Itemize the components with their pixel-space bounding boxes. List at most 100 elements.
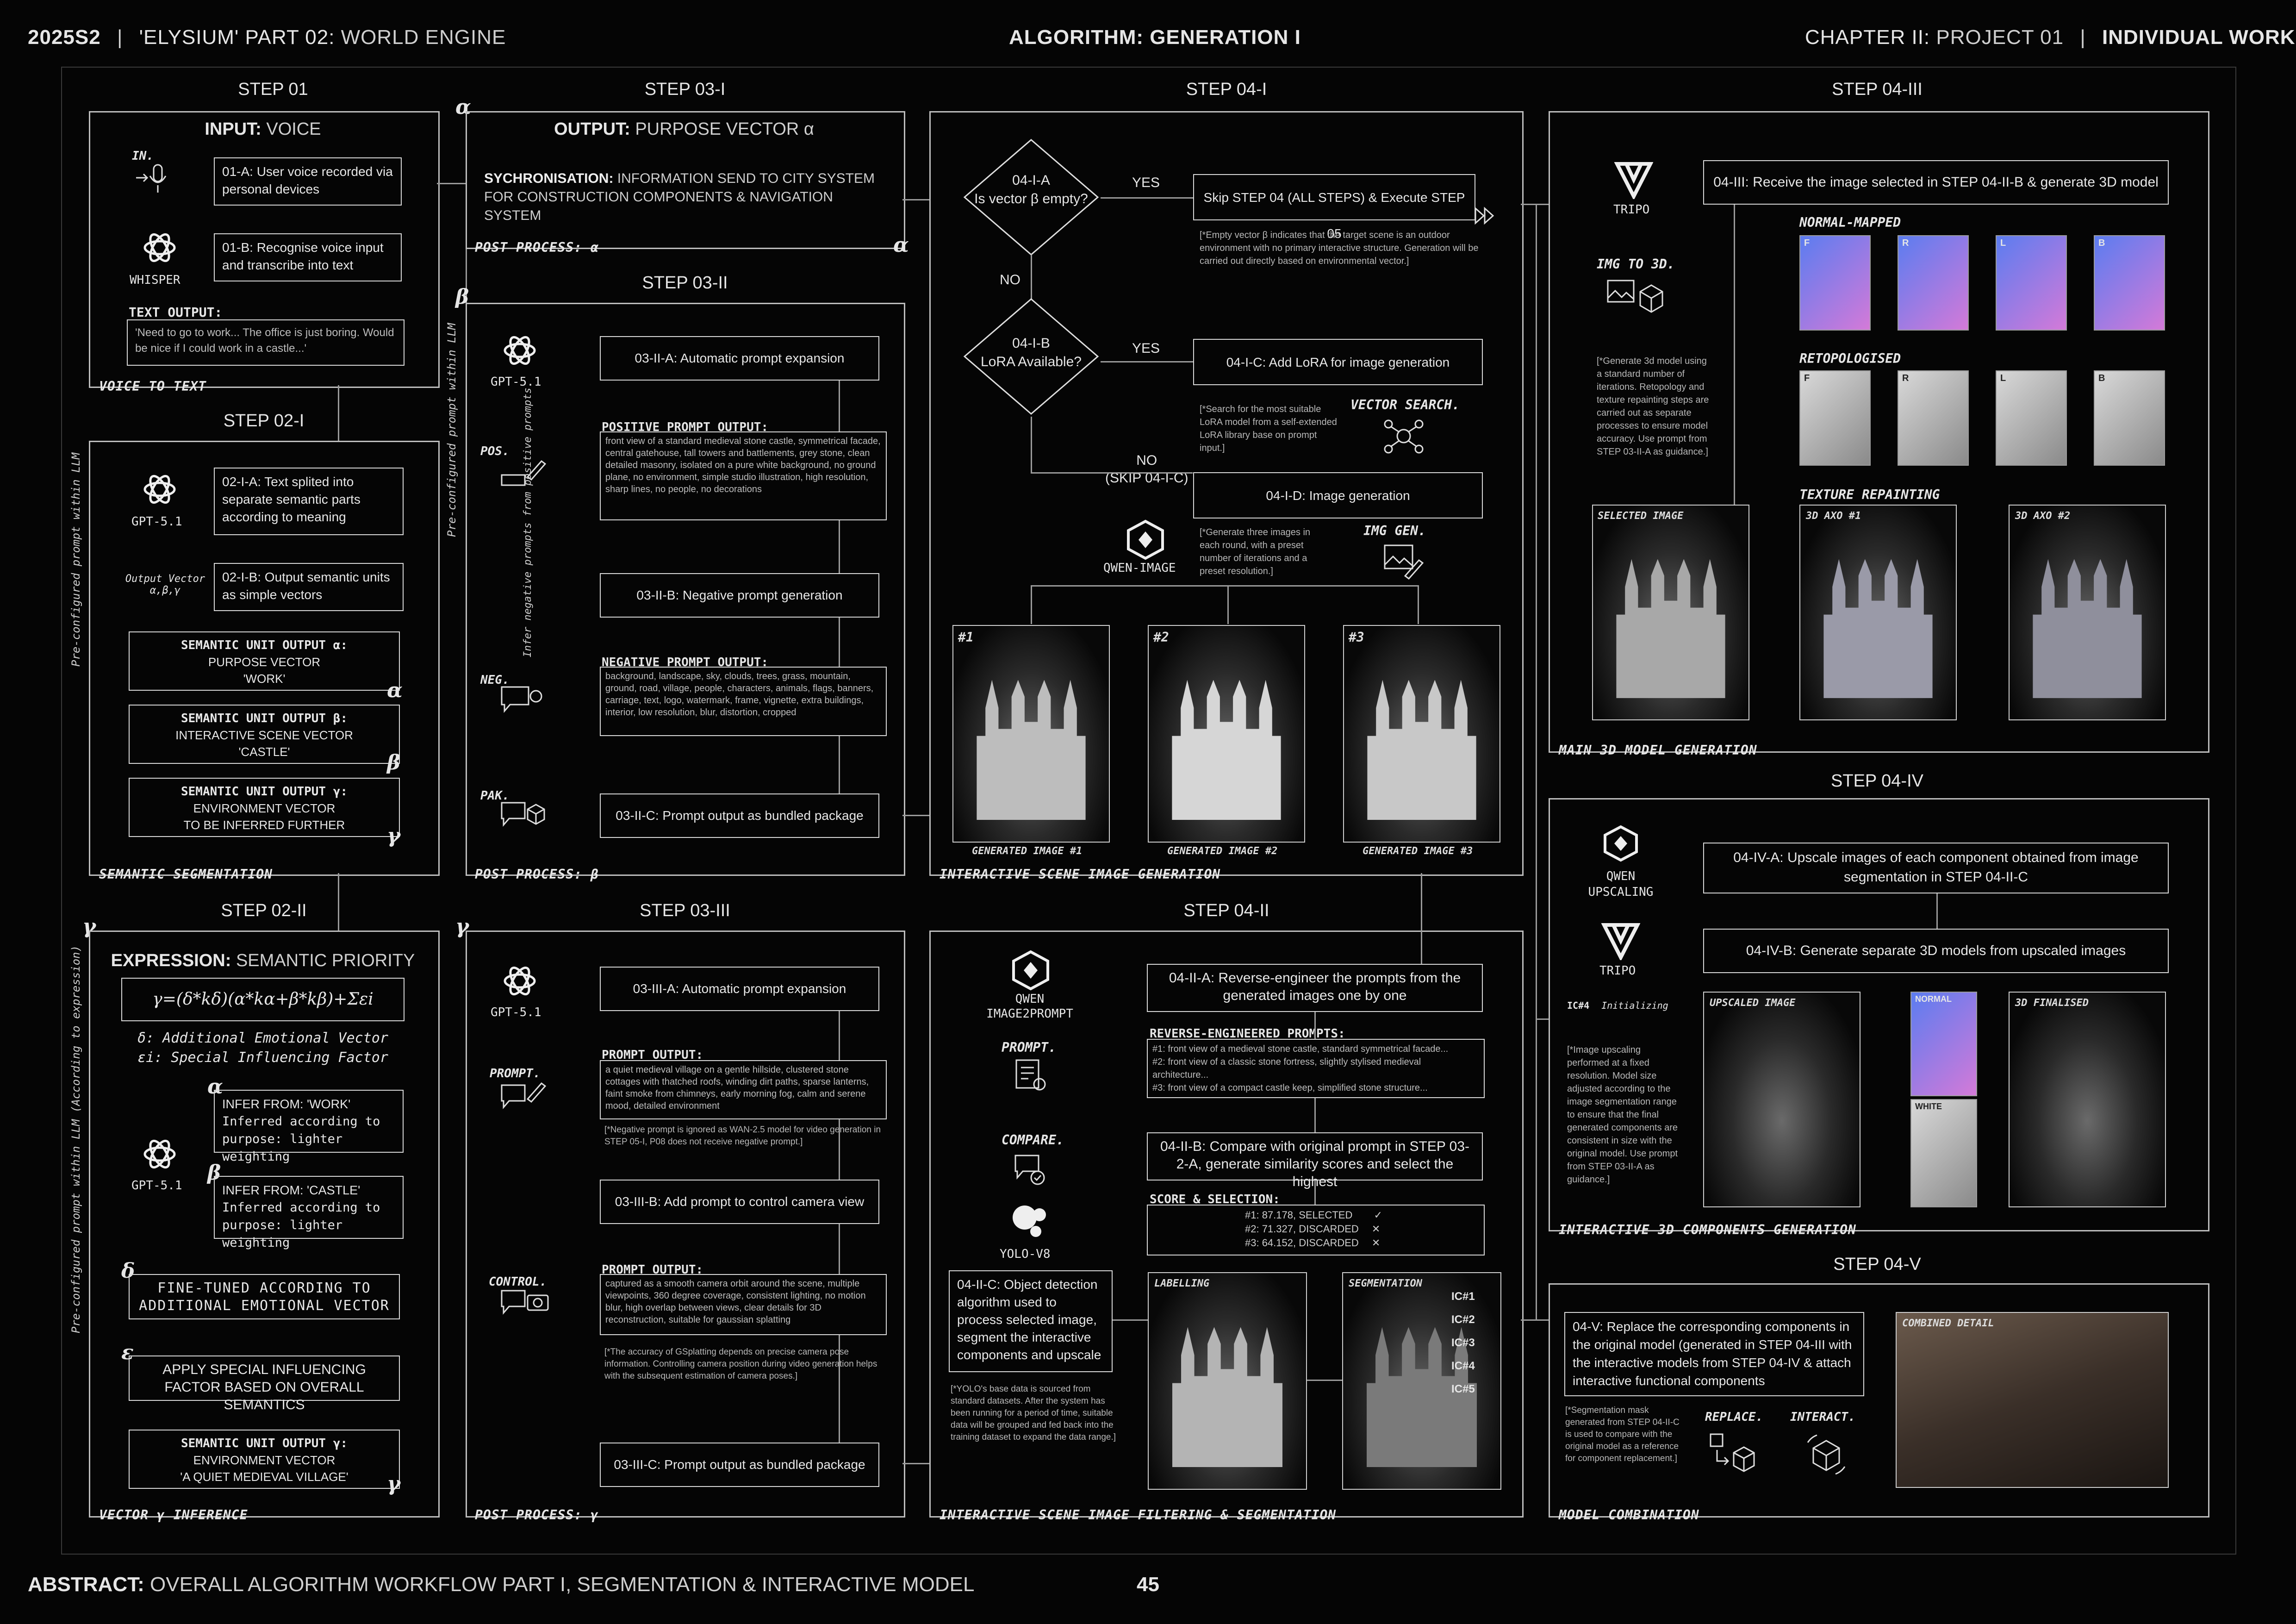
step-04iib-box: 04-II-B: Compare with original prompt in… xyxy=(1147,1132,1483,1189)
fast-forward-icon xyxy=(1475,206,1494,225)
normal-component: NORMAL xyxy=(1910,992,1977,1096)
greek-gamma-final: γ xyxy=(387,1472,401,1496)
step-03iia-box: 03-II-A: Automatic prompt expansion xyxy=(600,336,879,381)
castle-image xyxy=(2033,559,2142,698)
lora-note: [*Search for the most suitable LoRA mode… xyxy=(1200,404,1337,453)
connector xyxy=(902,1463,929,1464)
selected-image xyxy=(1592,505,1749,720)
view-label: F xyxy=(1804,373,1810,383)
img-to-3d-icon xyxy=(1607,280,1663,313)
step-03iiic-box: 03-III-C: Prompt output as bundled packa… xyxy=(600,1443,879,1487)
unit-alpha-line2: 'WORK' xyxy=(243,672,286,686)
step-03iii-caption: POST PROCESS: γ xyxy=(475,1507,599,1523)
text-output-label: TEXT OUTPUT: xyxy=(129,305,223,320)
header-algorithm-label: ALGORITHM: xyxy=(1009,26,1144,49)
prompt-output2-text: captured as a smooth camera orbit around… xyxy=(600,1274,887,1335)
segmentation-label: SEGMENTATION xyxy=(1349,1278,1422,1289)
retop-view-r: R xyxy=(1898,370,1969,466)
connector xyxy=(839,618,840,667)
qwen-icon xyxy=(1012,950,1049,991)
connector xyxy=(1314,1012,1316,1039)
step-02ii-side-text: Pre-configured prompt within LLM (Accord… xyxy=(69,945,82,1333)
header-sep-right: | xyxy=(2080,26,2086,49)
semantic-unit-beta: SEMANTIC UNIT OUTPUT β: INTERACTIVE SCEN… xyxy=(129,705,400,764)
castle-image xyxy=(977,680,1086,820)
openai-icon xyxy=(143,233,176,262)
package-icon xyxy=(501,802,545,827)
infer-castle-title: INFER FROM: 'CASTLE' xyxy=(222,1183,361,1197)
decision-b-id: 04-I-B xyxy=(1012,336,1050,351)
img-gen-label: IMG GEN. xyxy=(1363,523,1426,538)
normal-view-r: R xyxy=(1898,235,1969,331)
connector xyxy=(1421,873,1422,964)
step-04iva-box: 04-IV-A: Upscale images of each componen… xyxy=(1703,843,2169,893)
text-output-value: 'Need to go to work... The office is jus… xyxy=(127,319,404,366)
step-03iib-box: 03-II-B: Negative prompt generation xyxy=(600,573,879,618)
unit-gamma-line1: ENVIRONMENT VECTOR xyxy=(193,801,336,815)
greek-gamma: γ xyxy=(387,824,401,848)
upscaled-image xyxy=(1703,992,1860,1207)
labelling-label: LABELLING xyxy=(1154,1278,1210,1289)
ic-3-label: IC#3 xyxy=(1451,1337,1475,1349)
step-03i-heading-thin: PURPOSE VECTOR α xyxy=(635,119,814,139)
greek-alpha-03i-out: α xyxy=(893,233,909,257)
no-label-b: NO (SKIP 04-I-C) xyxy=(1105,452,1188,487)
connector xyxy=(902,815,929,816)
compare-label: COMPARE. xyxy=(1002,1132,1064,1148)
special-factor-box: APPLY SPECIAL INFLUENCING FACTOR BASED O… xyxy=(129,1355,400,1412)
step-04v-title: STEP 04-V xyxy=(1833,1255,1921,1274)
step-04ivb-box: 04-IV-B: Generate separate 3D models fro… xyxy=(1703,929,2169,973)
connector xyxy=(1418,585,1419,624)
step-04ii-caption: INTERACTIVE SCENE IMAGE FILTERING & SEGM… xyxy=(940,1507,1337,1523)
connector xyxy=(839,1224,840,1274)
view-label: F xyxy=(1804,238,1810,248)
connector xyxy=(839,381,840,431)
no-label-b-text: NO xyxy=(1136,453,1157,468)
axo-2-image xyxy=(2009,505,2166,720)
prompt-doc-icon xyxy=(1015,1059,1046,1091)
header-project: 'ELYSIUM' PART 02: xyxy=(139,26,335,49)
connector xyxy=(338,873,339,931)
combined-detail-image xyxy=(1896,1312,2169,1488)
prompt-output-text: a quiet medieval village on a gentle hil… xyxy=(600,1060,887,1119)
castle-image xyxy=(1172,1327,1282,1468)
castle-image xyxy=(1823,559,1933,698)
axo-1-label: 3D AXO #1 xyxy=(1806,510,1861,522)
step-01b-box: 01-B: Recognise voice input and transcri… xyxy=(214,233,402,281)
step-02ii-heading-bold: EXPRESSION: xyxy=(111,951,231,970)
step-04ic-box: 04-I-C: Add LoRA for image generation xyxy=(1193,339,1483,385)
image-2-tag: #2 xyxy=(1153,630,1169,645)
gpt-label-03iii: GPT-5.1 xyxy=(491,1006,541,1019)
semantic-unit-alpha: SEMANTIC UNIT OUTPUT α: PURPOSE VECTOR '… xyxy=(129,631,400,691)
connector xyxy=(1113,1319,1148,1321)
view-label: L xyxy=(2000,238,2006,248)
connector xyxy=(902,199,929,200)
footer-abstract-text: OVERALL ALGORITHM WORKFLOW PART I, SEGME… xyxy=(150,1573,975,1596)
score-row-3: #3: 64.152, DISCARDED ✕ xyxy=(1245,1236,1479,1250)
step-04iia-box: 04-II-A: Reverse-engineer the prompts fr… xyxy=(1147,964,1483,1012)
header-right: CHAPTER II: PROJECT 01 | INDIVIDUAL WORK xyxy=(1805,26,2296,49)
connector xyxy=(1031,585,1032,624)
semantic-unit-gamma: SEMANTIC UNIT OUTPUT γ: ENVIRONMENT VECT… xyxy=(129,778,400,837)
connector xyxy=(1307,1380,1342,1381)
qwen-icon xyxy=(1127,519,1164,560)
connector xyxy=(1031,472,1193,474)
infer-neg-side-text: Infer negative prompts from positive pro… xyxy=(522,387,534,657)
step-03i-heading: OUTPUT: PURPOSE VECTOR α xyxy=(466,119,902,139)
image-3-tag: #3 xyxy=(1349,630,1364,645)
step-02ia-box: 02-I-A: Text splited into separate seman… xyxy=(214,468,404,535)
combination-note: [*Segmentation mask generated from STEP … xyxy=(1565,1405,1680,1463)
header-left: 2025S2 | 'ELYSIUM' PART 02: WORLD ENGINE xyxy=(28,26,506,49)
header-center: ALGORITHM: GENERATION I xyxy=(1009,26,1301,49)
step-04iic-box: 04-II-C: Object detection algorithm used… xyxy=(949,1270,1113,1372)
yolo-note: [*YOLO's base data is sourced from stand… xyxy=(951,1384,1116,1442)
normal-mapped-title: NORMAL-MAPPED xyxy=(1799,215,1901,230)
header-algorithm-value: GENERATION I xyxy=(1150,26,1301,49)
connector xyxy=(1101,197,1193,199)
cross-icon: ✕ xyxy=(1371,1223,1381,1235)
connector xyxy=(1536,1018,1549,1020)
step-02ib-box: 02-I-B: Output semantic units as simple … xyxy=(214,563,404,611)
view-label: L xyxy=(2000,373,2006,383)
step-02i-caption: SEMANTIC SEGMENTATION xyxy=(99,867,273,882)
infer-work-text: Inferred according to purpose: lighter w… xyxy=(222,1114,380,1164)
